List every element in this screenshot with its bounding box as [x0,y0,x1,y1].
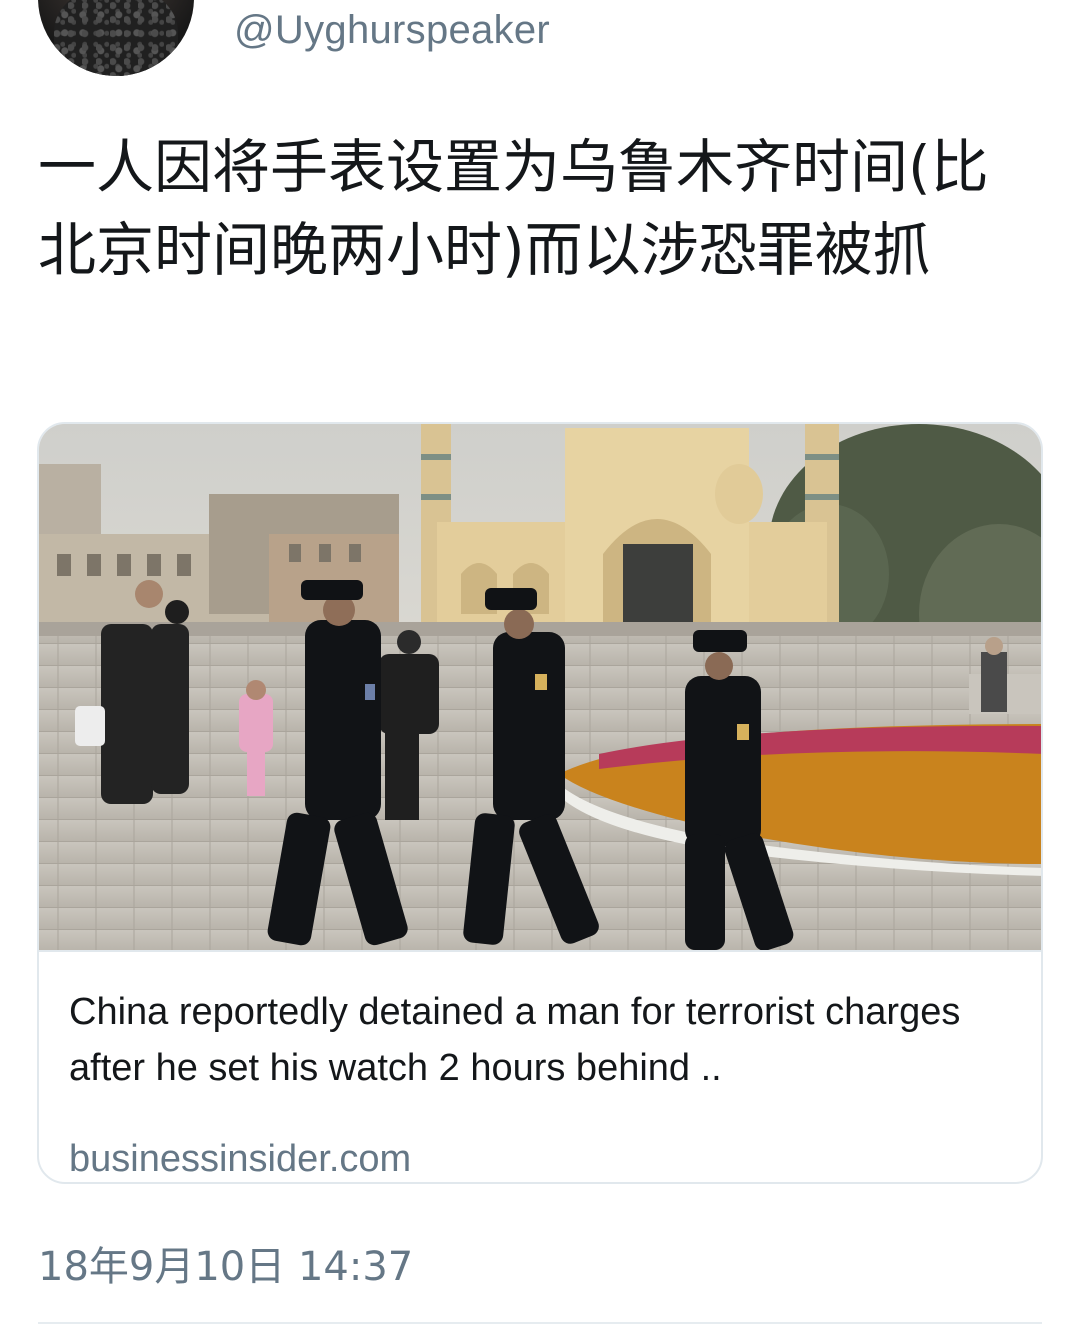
user-handle[interactable]: @Uyghurspeaker [234,8,550,53]
tweet-timestamp[interactable]: 18年9月10日 14:37 [38,1234,413,1292]
avatar[interactable] [38,0,194,76]
card-domain: businessinsider.com [69,1138,412,1180]
card-image[interactable] [39,424,1041,950]
tweet-text: 一人因将手表设置为乌鲁木齐时间(比北京时间晚两小时)而以涉恐罪被抓 [38,133,989,284]
card-photo [39,424,1041,950]
card-title[interactable]: China reportedly detained a man for terr… [69,984,1019,1096]
card-body[interactable]: China reportedly detained a man for terr… [39,950,1041,1182]
link-card[interactable]: China reportedly detained a man for terr… [37,422,1043,1184]
tweet-page: @Uyghurspeaker 一人因将手表设置为乌鲁木齐时间(比北京时间晚两小时… [0,0,1074,1324]
